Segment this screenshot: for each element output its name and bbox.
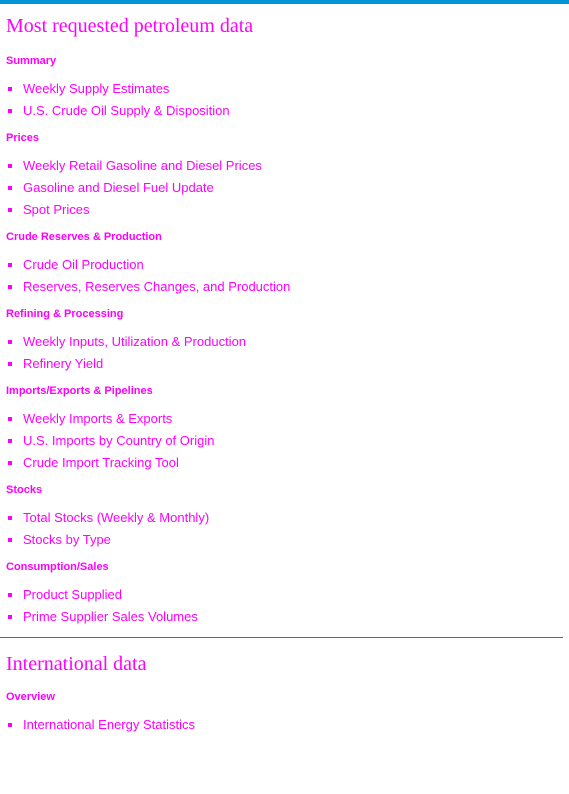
list-item: Crude Import Tracking Tool [6, 452, 566, 474]
link-list: Total Stocks (Weekly & Monthly) Stocks b… [6, 507, 566, 551]
section-crude-reserves: Crude Reserves & Production Crude Oil Pr… [6, 230, 566, 298]
main-content: Most requested petroleum data Summary We… [0, 14, 566, 745]
top-accent-bar [0, 0, 569, 4]
section-summary: Summary Weekly Supply Estimates U.S. Cru… [6, 54, 566, 122]
link-list: Weekly Retail Gasoline and Diesel Prices… [6, 155, 566, 221]
link-spot-prices[interactable]: Spot Prices [23, 202, 89, 217]
list-item: Spot Prices [6, 199, 566, 221]
list-item: Gasoline and Diesel Fuel Update [6, 177, 566, 199]
link-retail-gasoline-diesel-prices[interactable]: Weekly Retail Gasoline and Diesel Prices [23, 158, 262, 173]
link-list: Weekly Supply Estimates U.S. Crude Oil S… [6, 78, 566, 122]
link-weekly-supply-estimates[interactable]: Weekly Supply Estimates [23, 81, 169, 96]
link-crude-oil-production[interactable]: Crude Oil Production [23, 257, 144, 272]
link-crude-import-tracking[interactable]: Crude Import Tracking Tool [23, 455, 179, 470]
section-heading: Consumption/Sales [6, 561, 109, 573]
list-item: Reserves, Reserves Changes, and Producti… [6, 276, 566, 298]
list-item: Prime Supplier Sales Volumes [6, 606, 566, 628]
list-item: U.S. Imports by Country of Origin [6, 430, 566, 452]
section-divider [0, 637, 563, 638]
link-stocks-by-type[interactable]: Stocks by Type [23, 532, 111, 547]
section-consumption: Consumption/Sales Product Supplied Prime… [6, 560, 566, 628]
link-list: Weekly Inputs, Utilization & Production … [6, 331, 566, 375]
section-heading: Imports/Exports & Pipelines [6, 385, 153, 397]
link-total-stocks[interactable]: Total Stocks (Weekly & Monthly) [23, 510, 209, 525]
section-heading: Overview [6, 691, 55, 703]
section-prices: Prices Weekly Retail Gasoline and Diesel… [6, 131, 566, 221]
link-gasoline-diesel-update[interactable]: Gasoline and Diesel Fuel Update [23, 180, 214, 195]
list-item: Weekly Retail Gasoline and Diesel Prices [6, 155, 566, 177]
link-list: International Energy Statistics [6, 714, 566, 736]
section-heading: Summary [6, 55, 57, 67]
link-weekly-imports-exports[interactable]: Weekly Imports & Exports [23, 411, 172, 426]
link-list: Weekly Imports & Exports U.S. Imports by… [6, 408, 566, 474]
section-heading: Refining & Processing [6, 308, 124, 320]
link-weekly-inputs[interactable]: Weekly Inputs, Utilization & Production [23, 334, 246, 349]
list-item: International Energy Statistics [6, 714, 566, 736]
section-heading: Prices [6, 132, 40, 144]
section-heading: Crude Reserves & Production [6, 231, 162, 243]
list-item: Weekly Supply Estimates [6, 78, 566, 100]
page-title: Most requested petroleum data [6, 15, 254, 37]
section-refining: Refining & Processing Weekly Inputs, Uti… [6, 307, 566, 375]
link-product-supplied[interactable]: Product Supplied [23, 587, 122, 602]
link-list: Product Supplied Prime Supplier Sales Vo… [6, 584, 566, 628]
section-overview: Overview International Energy Statistics [6, 690, 566, 736]
link-prime-supplier-sales[interactable]: Prime Supplier Sales Volumes [23, 609, 198, 624]
list-item: U.S. Crude Oil Supply & Disposition [6, 100, 566, 122]
section-imports-exports: Imports/Exports & Pipelines Weekly Impor… [6, 384, 566, 474]
section-heading: Stocks [6, 484, 43, 496]
list-item: Product Supplied [6, 584, 566, 606]
list-item: Crude Oil Production [6, 254, 566, 276]
list-item: Weekly Inputs, Utilization & Production [6, 331, 566, 353]
link-refinery-yield[interactable]: Refinery Yield [23, 356, 103, 371]
section-stocks: Stocks Total Stocks (Weekly & Monthly) S… [6, 483, 566, 551]
link-reserves-changes[interactable]: Reserves, Reserves Changes, and Producti… [23, 279, 290, 294]
link-list: Crude Oil Production Reserves, Reserves … [6, 254, 566, 298]
list-item: Weekly Imports & Exports [6, 408, 566, 430]
link-international-energy-statistics[interactable]: International Energy Statistics [23, 717, 195, 732]
list-item: Total Stocks (Weekly & Monthly) [6, 507, 566, 529]
link-crude-supply-disposition[interactable]: U.S. Crude Oil Supply & Disposition [23, 103, 230, 118]
list-item: Refinery Yield [6, 353, 566, 375]
international-title: International data [6, 653, 147, 675]
list-item: Stocks by Type [6, 529, 566, 551]
link-imports-by-country[interactable]: U.S. Imports by Country of Origin [23, 433, 214, 448]
